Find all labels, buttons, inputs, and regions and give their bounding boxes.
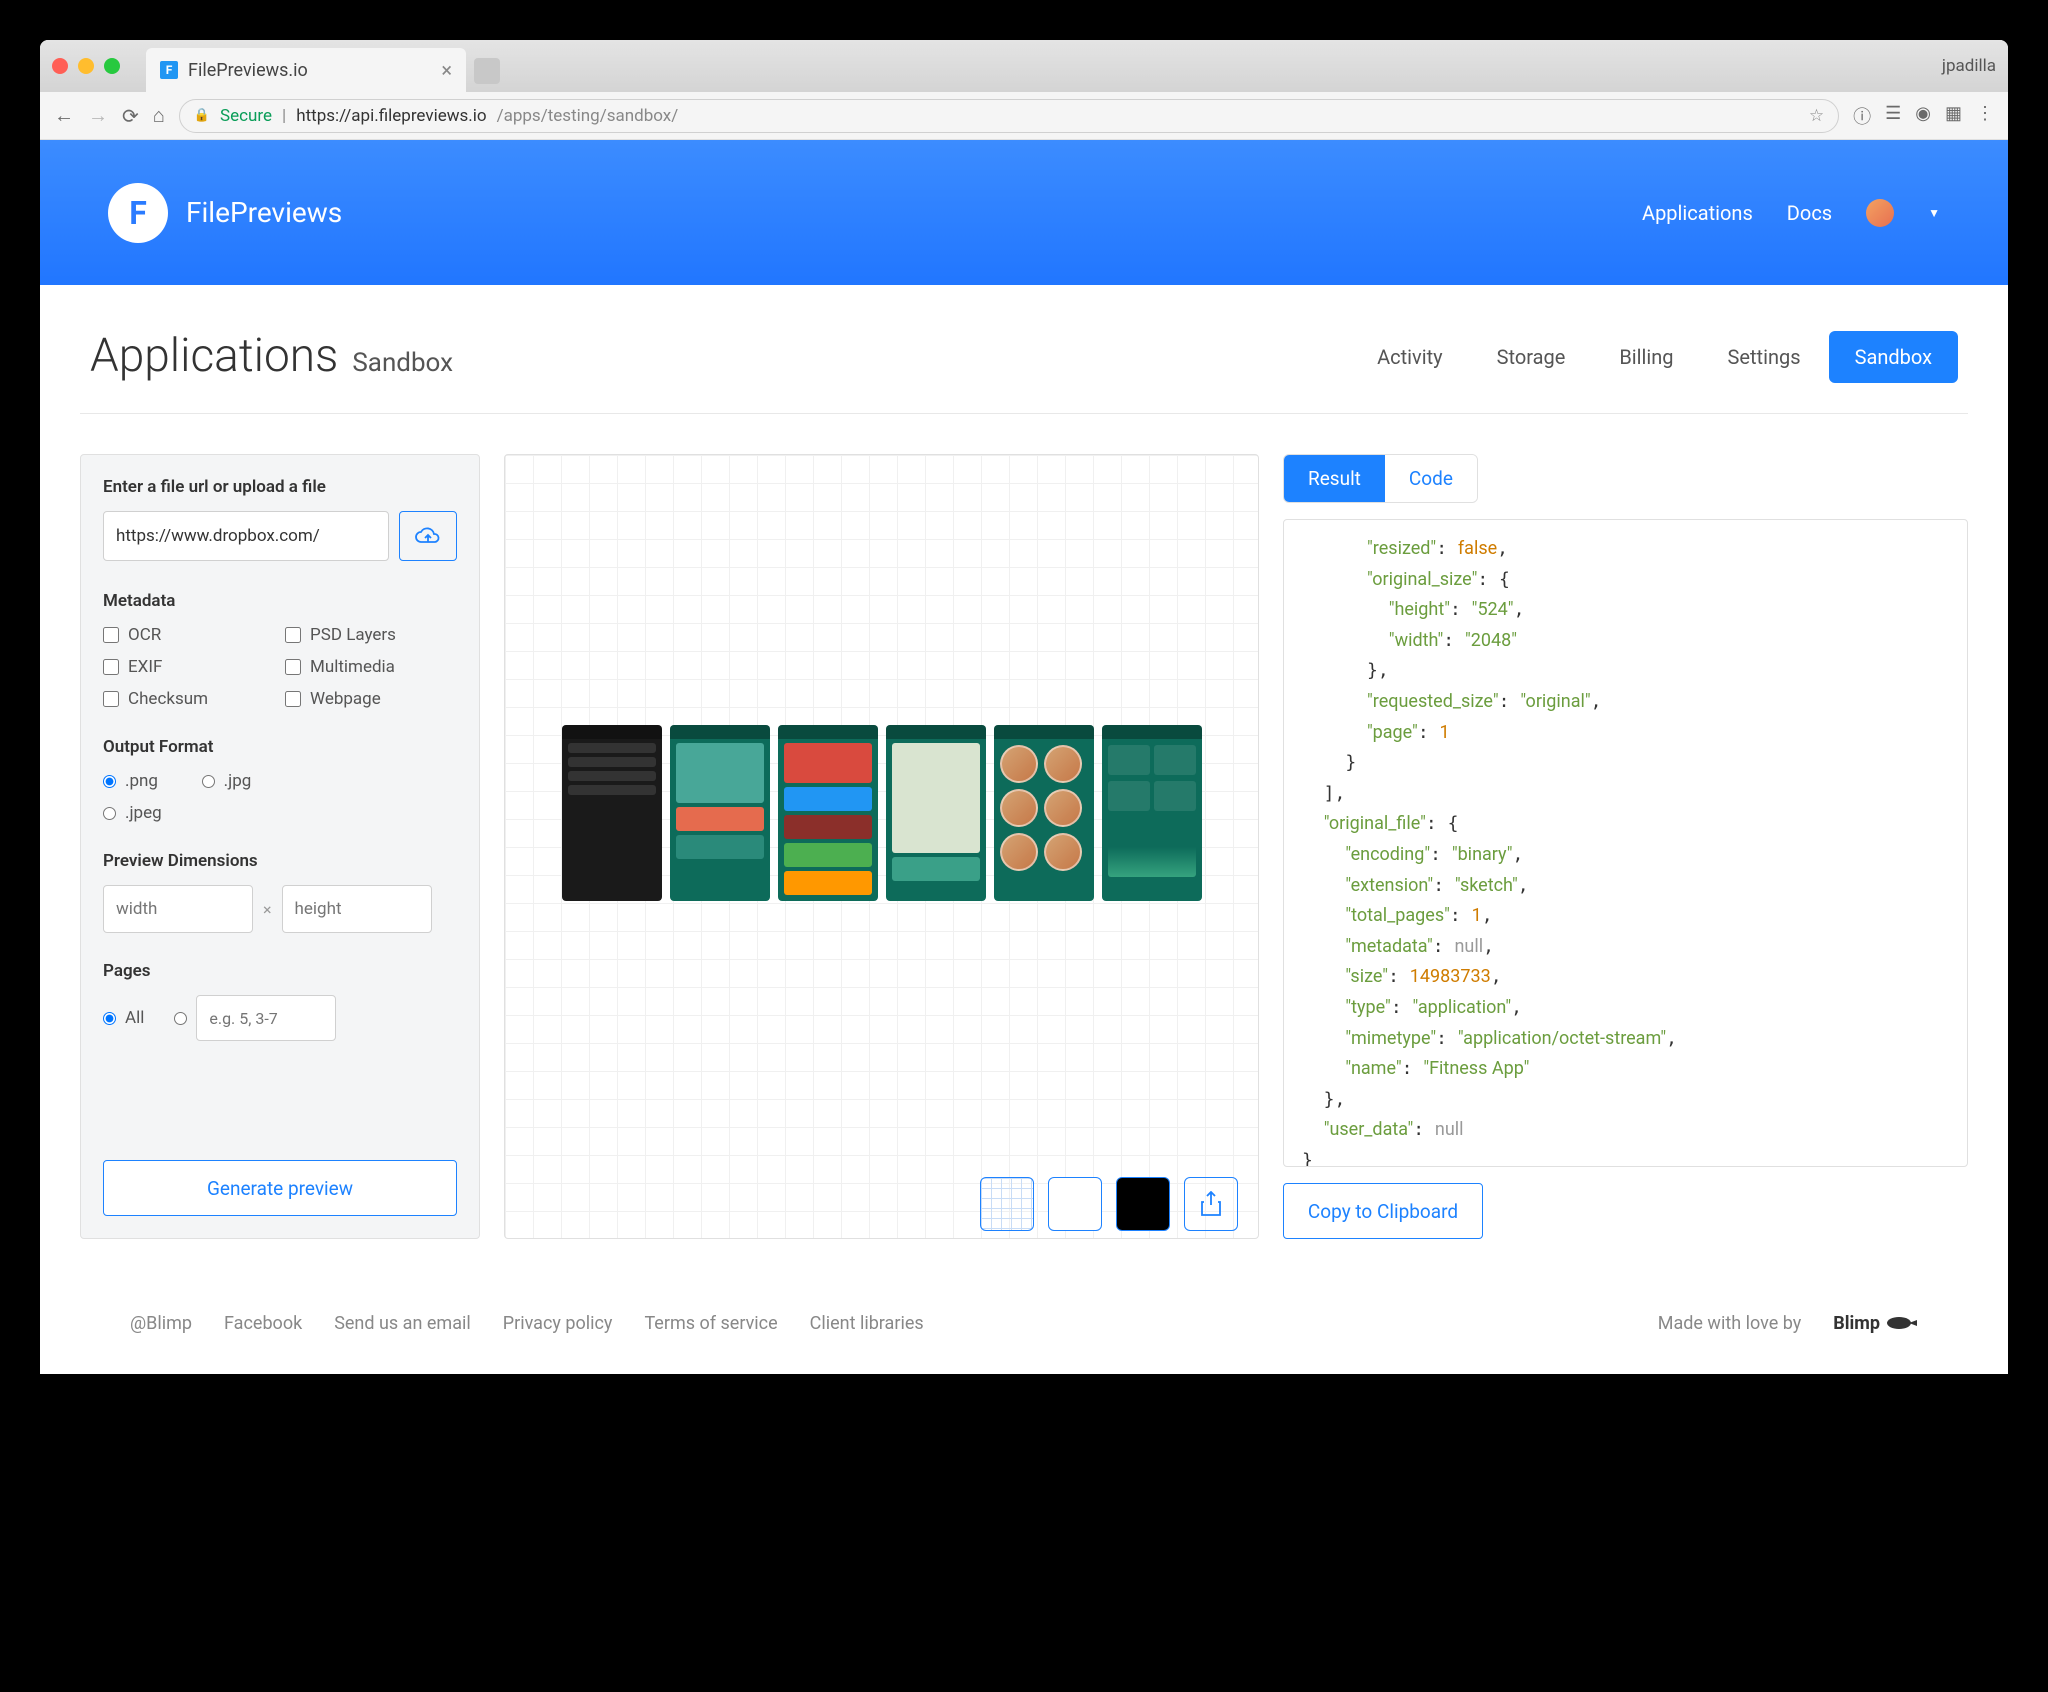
buffer-icon[interactable]: ☰ bbox=[1885, 103, 1901, 129]
nav-docs[interactable]: Docs bbox=[1787, 201, 1832, 225]
fmt-png[interactable]: .png bbox=[103, 771, 162, 791]
footer-email[interactable]: Send us an email bbox=[334, 1313, 471, 1334]
bg-white-button[interactable] bbox=[1048, 1177, 1102, 1231]
upload-button[interactable] bbox=[399, 511, 457, 561]
star-icon[interactable]: ☆ bbox=[1809, 106, 1824, 126]
tab-billing[interactable]: Billing bbox=[1593, 331, 1699, 383]
result-tabs: Result Code bbox=[1283, 454, 1478, 503]
shield-icon[interactable]: ◉ bbox=[1915, 103, 1931, 129]
preview-image bbox=[505, 455, 1258, 1170]
bg-grid-button[interactable] bbox=[980, 1177, 1034, 1231]
page-title: Applications bbox=[90, 329, 338, 383]
reload-icon[interactable]: ⟳ bbox=[122, 104, 139, 128]
footer-libs[interactable]: Client libraries bbox=[810, 1313, 924, 1334]
page: Applications Sandbox Activity Storage Bi… bbox=[40, 285, 2008, 1374]
chk-ocr[interactable]: OCR bbox=[103, 625, 275, 645]
upload-label: Enter a file url or upload a file bbox=[103, 477, 457, 497]
url-path: /apps/testing/sandbox/ bbox=[497, 106, 679, 126]
dims-label: Preview Dimensions bbox=[103, 851, 457, 871]
chk-checksum[interactable]: Checksum bbox=[103, 689, 275, 709]
chk-exif[interactable]: EXIF bbox=[103, 657, 275, 677]
close-tab-icon[interactable]: × bbox=[441, 58, 452, 82]
browser-window: F FilePreviews.io × jpadilla ← → ⟳ ⌂ 🔒 S… bbox=[40, 40, 2008, 1374]
omnibox[interactable]: 🔒 Secure | https://api.filepreviews.io/a… bbox=[179, 99, 1839, 133]
generate-preview-button[interactable]: Generate preview bbox=[103, 1160, 457, 1216]
share-icon bbox=[1200, 1191, 1222, 1217]
pages-all[interactable]: All bbox=[103, 1008, 144, 1028]
browser-profile[interactable]: jpadilla bbox=[1942, 56, 1996, 76]
tab-activity[interactable]: Activity bbox=[1351, 331, 1468, 383]
format-label: Output Format bbox=[103, 737, 457, 757]
footer-privacy[interactable]: Privacy policy bbox=[503, 1313, 613, 1334]
copy-clipboard-button[interactable]: Copy to Clipboard bbox=[1283, 1183, 1483, 1239]
canvas-toolbar bbox=[505, 1170, 1258, 1238]
menu-icon[interactable]: ⋮ bbox=[1976, 103, 1994, 129]
app-header: F FilePreviews Applications Docs ▼ bbox=[40, 140, 2008, 285]
close-window-icon[interactable] bbox=[52, 58, 68, 74]
nav-applications[interactable]: Applications bbox=[1642, 201, 1753, 225]
logo[interactable]: F FilePreviews bbox=[108, 183, 342, 243]
blimp-icon bbox=[1886, 1315, 1918, 1333]
browser-tab[interactable]: F FilePreviews.io × bbox=[146, 48, 466, 92]
pages-range-input[interactable] bbox=[196, 995, 336, 1041]
info-icon[interactable]: ⓘ bbox=[1853, 103, 1871, 129]
new-tab-button[interactable] bbox=[474, 58, 500, 84]
pages-label: Pages bbox=[103, 961, 457, 981]
height-input[interactable] bbox=[282, 885, 432, 933]
options-panel: Enter a file url or upload a file Metada… bbox=[80, 454, 480, 1239]
url-host: https://api.filepreviews.io bbox=[296, 106, 486, 126]
favicon-icon: F bbox=[160, 61, 178, 79]
tab-result[interactable]: Result bbox=[1284, 455, 1385, 502]
tab-title: FilePreviews.io bbox=[188, 60, 308, 81]
avatar[interactable] bbox=[1866, 199, 1894, 227]
extension-icon[interactable]: ▦ bbox=[1945, 103, 1962, 129]
logo-text: FilePreviews bbox=[186, 196, 342, 229]
metadata-label: Metadata bbox=[103, 591, 457, 611]
chevron-down-icon[interactable]: ▼ bbox=[1928, 206, 1940, 220]
secure-label: Secure bbox=[220, 106, 272, 126]
tab-sandbox[interactable]: Sandbox bbox=[1829, 331, 1958, 383]
chk-multimedia[interactable]: Multimedia bbox=[285, 657, 457, 677]
file-url-input[interactable] bbox=[103, 511, 389, 561]
result-panel: Result Code "resized": false, "original_… bbox=[1283, 454, 1968, 1239]
tab-storage[interactable]: Storage bbox=[1471, 331, 1592, 383]
result-json[interactable]: "resized": false, "original_size": { "he… bbox=[1283, 519, 1968, 1167]
footer-facebook[interactable]: Facebook bbox=[224, 1313, 302, 1334]
pages-range[interactable] bbox=[174, 995, 336, 1041]
footer-tos[interactable]: Terms of service bbox=[644, 1313, 777, 1334]
browser-addressbar: ← → ⟳ ⌂ 🔒 Secure | https://api.fileprevi… bbox=[40, 92, 2008, 140]
lock-icon: 🔒 bbox=[194, 108, 210, 123]
tab-code[interactable]: Code bbox=[1385, 455, 1477, 502]
page-header: Applications Sandbox Activity Storage Bi… bbox=[80, 329, 1968, 414]
fmt-jpg[interactable]: .jpg bbox=[202, 771, 252, 791]
bg-black-button[interactable] bbox=[1116, 1177, 1170, 1231]
times-icon: × bbox=[263, 900, 272, 919]
page-subtitle: Sandbox bbox=[352, 348, 453, 383]
preview-canvas bbox=[504, 454, 1259, 1239]
home-icon[interactable]: ⌂ bbox=[153, 103, 165, 128]
window-controls[interactable] bbox=[52, 58, 120, 74]
chk-psd[interactable]: PSD Layers bbox=[285, 625, 457, 645]
logo-mark-icon: F bbox=[108, 183, 168, 243]
workarea: Enter a file url or upload a file Metada… bbox=[80, 454, 1968, 1239]
footer-blimp[interactable]: @Blimp bbox=[130, 1313, 192, 1334]
minimize-window-icon[interactable] bbox=[78, 58, 94, 74]
blimp-logo[interactable]: Blimp bbox=[1833, 1313, 1918, 1334]
forward-icon: → bbox=[88, 103, 108, 128]
cloud-upload-icon bbox=[414, 526, 442, 546]
footer-made: Made with love by bbox=[1658, 1313, 1802, 1334]
tab-settings[interactable]: Settings bbox=[1702, 331, 1827, 383]
width-input[interactable] bbox=[103, 885, 253, 933]
footer: @Blimp Facebook Send us an email Privacy… bbox=[80, 1283, 1968, 1374]
share-button[interactable] bbox=[1184, 1177, 1238, 1231]
maximize-window-icon[interactable] bbox=[104, 58, 120, 74]
chk-webpage[interactable]: Webpage bbox=[285, 689, 457, 709]
browser-tabbar: F FilePreviews.io × jpadilla bbox=[40, 40, 2008, 92]
page-tabs: Activity Storage Billing Settings Sandbo… bbox=[1351, 331, 1958, 383]
fmt-jpeg[interactable]: .jpeg bbox=[103, 803, 162, 823]
back-icon[interactable]: ← bbox=[54, 103, 74, 128]
